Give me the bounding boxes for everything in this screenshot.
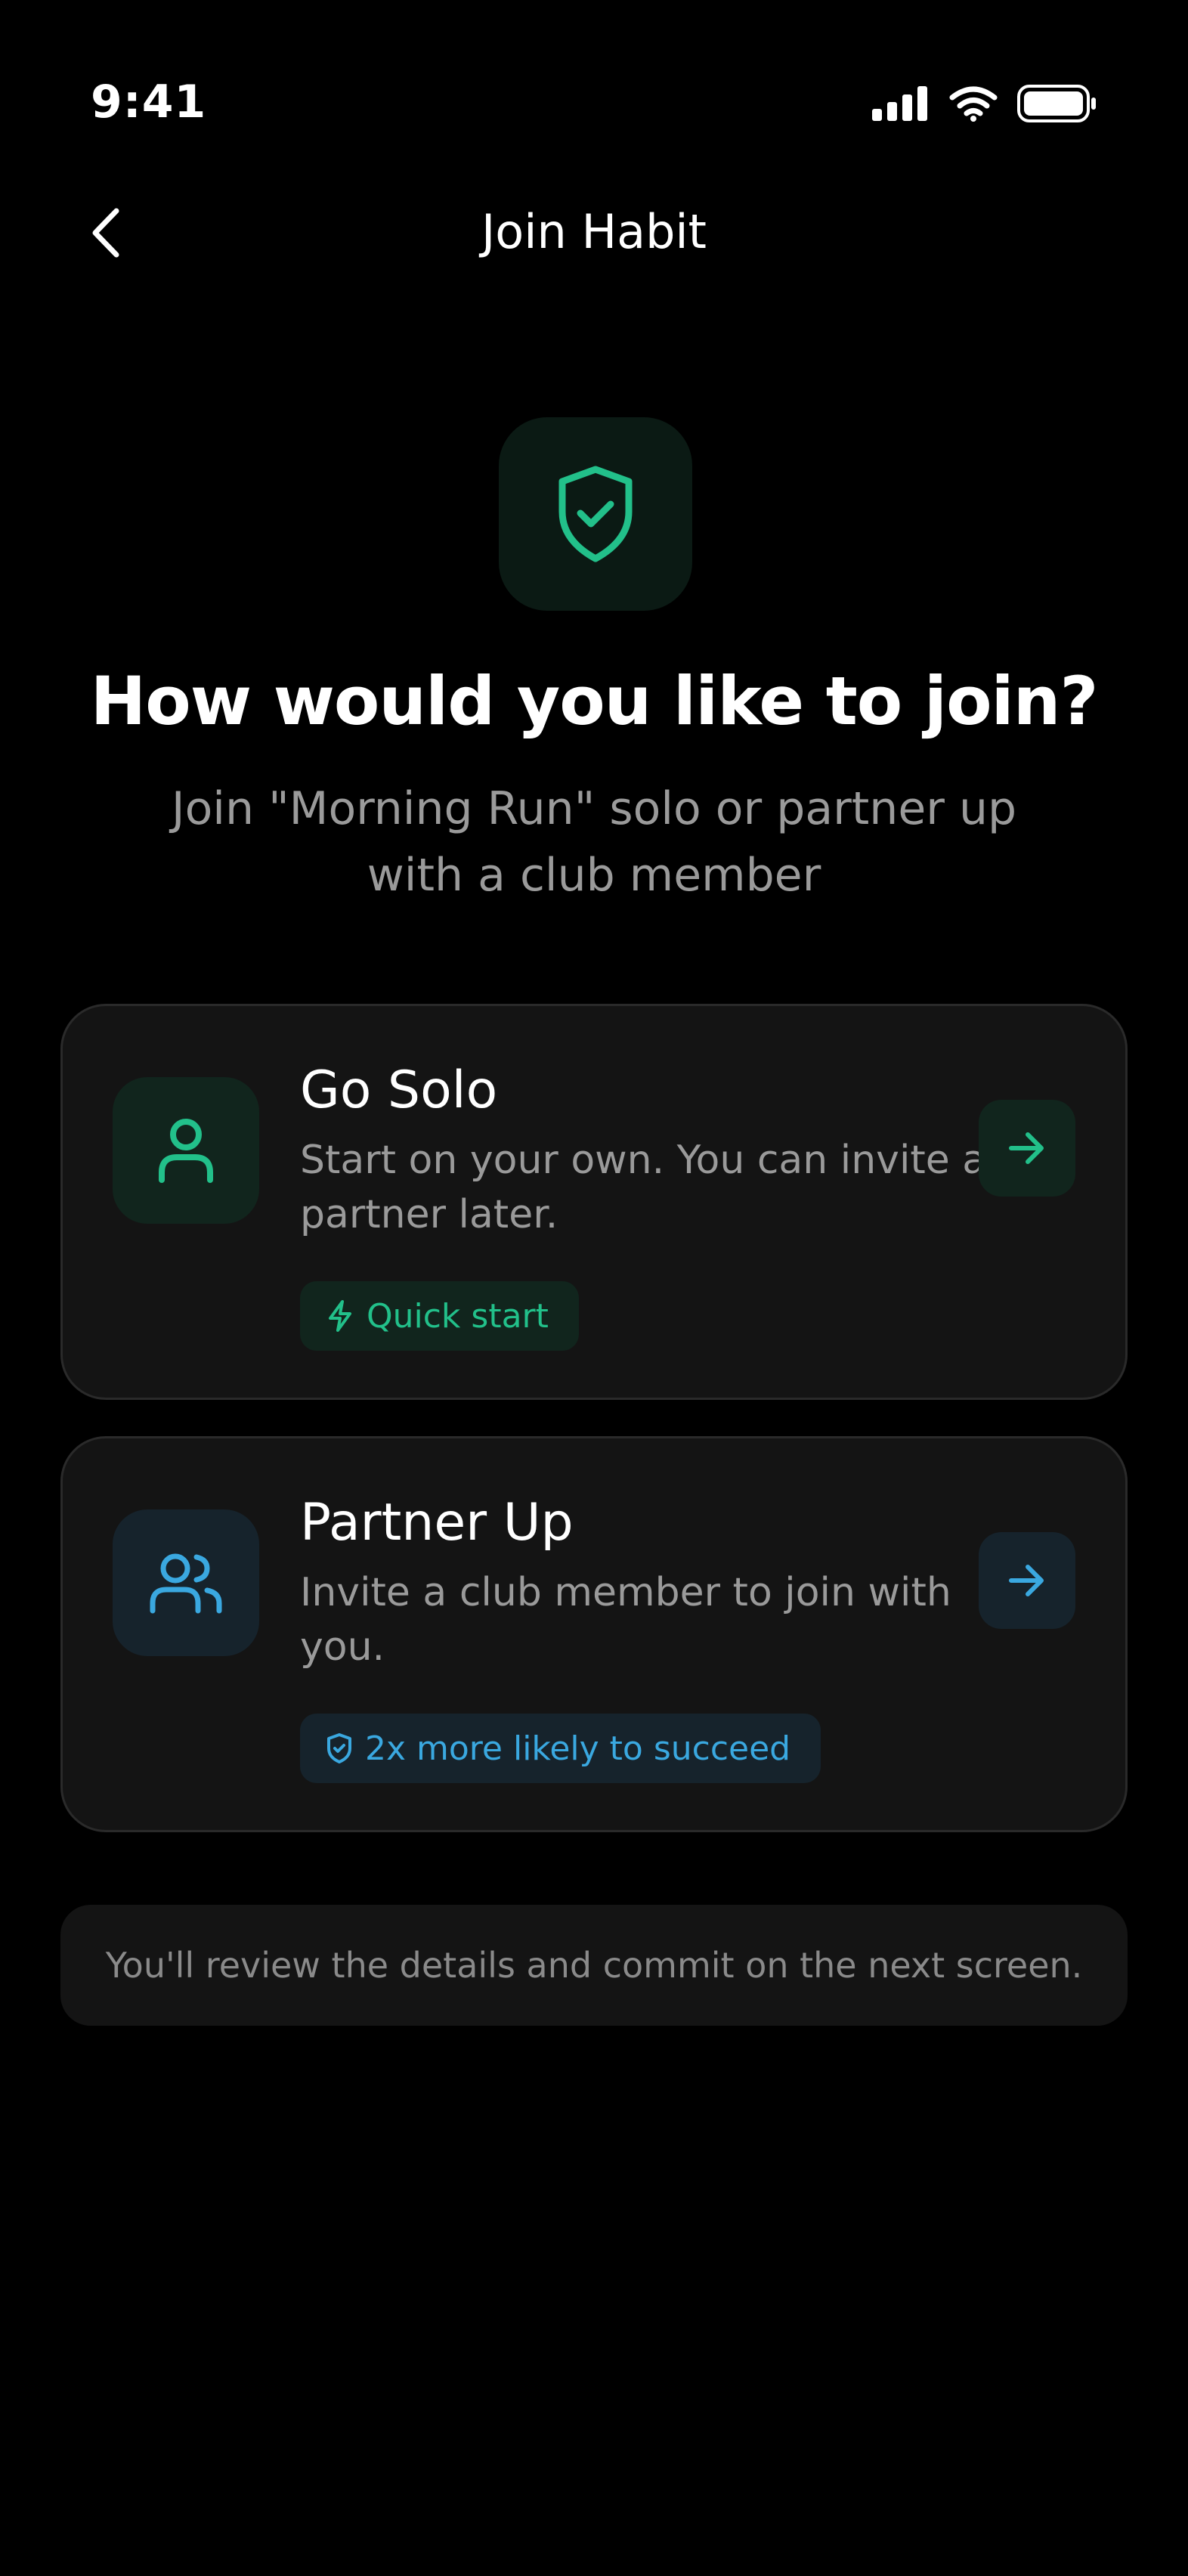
status-time: 9:41: [91, 76, 207, 128]
partner-up-arrow-button[interactable]: [979, 1532, 1075, 1629]
card-title: Partner Up: [300, 1493, 574, 1553]
solo-icon-container: [113, 1077, 259, 1224]
partner-icon-container: [113, 1509, 259, 1656]
arrow-right-icon: [1009, 1132, 1044, 1164]
success-rate-badge: 2x more likely to succeed: [300, 1714, 821, 1783]
page-title: Join Habit: [481, 204, 707, 259]
card-title: Go Solo: [300, 1060, 498, 1120]
subheading: Join "Morning Run" solo or partner up wi…: [171, 782, 1017, 902]
main-heading: How would you like to join?: [90, 662, 1099, 740]
wifi-icon: [949, 86, 998, 122]
users-icon: [150, 1553, 222, 1614]
lightning-icon: [329, 1300, 351, 1332]
partner-up-card[interactable]: Partner Up Invite a club member to join …: [60, 1436, 1128, 1832]
quick-start-badge: Quick start: [300, 1281, 579, 1351]
user-icon: [159, 1119, 213, 1183]
card-description: Start on your own. You can invite a part…: [300, 1138, 987, 1237]
info-note: You'll review the details and commit on …: [60, 1905, 1128, 2026]
hero-icon-container: [499, 417, 692, 611]
card-description: Invite a club member to join with you.: [300, 1570, 951, 1670]
signal-icon: [872, 86, 927, 121]
shield-check-icon: [327, 1733, 351, 1763]
shield-check-icon: [558, 466, 633, 562]
go-solo-card[interactable]: Go Solo Start on your own. You can invit…: [60, 1004, 1128, 1400]
nav-bar: Join Habit: [0, 174, 1188, 287]
status-bar: 9:41: [0, 0, 1188, 151]
badge-label: Quick start: [367, 1296, 549, 1336]
badge-label: 2x more likely to succeed: [365, 1729, 791, 1768]
go-solo-arrow-button[interactable]: [979, 1100, 1075, 1197]
status-icons: [872, 85, 1097, 122]
battery-icon: [1017, 85, 1096, 122]
arrow-right-icon: [1009, 1565, 1044, 1596]
